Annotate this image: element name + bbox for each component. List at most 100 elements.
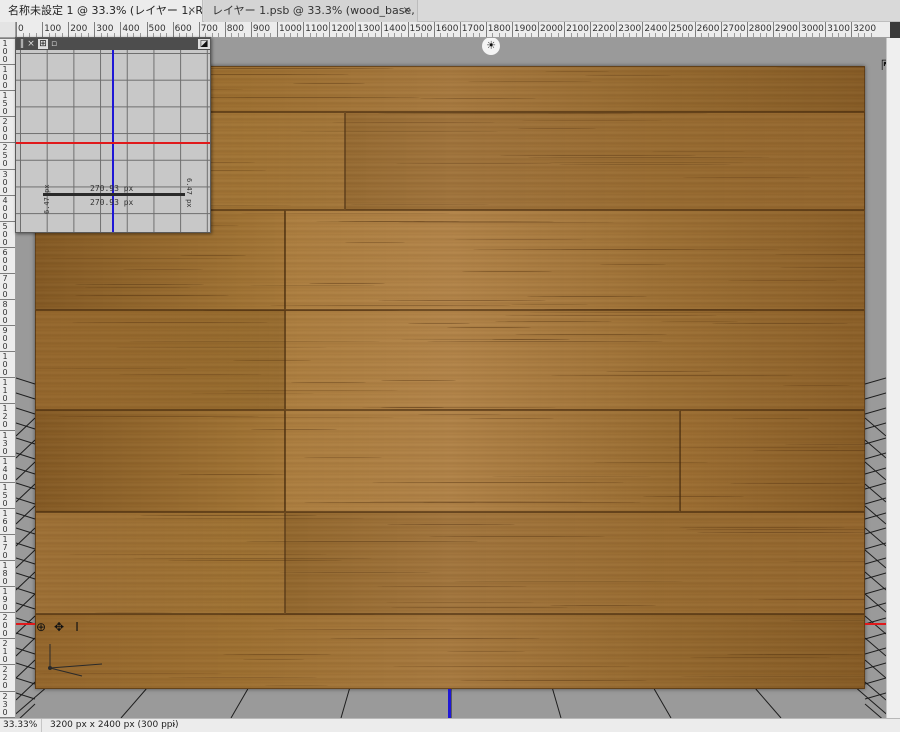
wood-grain	[273, 628, 454, 630]
measure-bar	[43, 193, 185, 196]
measure-width-bottom: 270.93 px	[90, 198, 134, 207]
wood-grain	[752, 449, 865, 451]
measure-right-value: 6.47 px	[185, 178, 193, 208]
ruler-label: 9 0 0	[2, 326, 8, 352]
ruler-tick	[172, 22, 174, 37]
grid-line	[16, 637, 36, 657]
grid-line	[16, 497, 36, 505]
status-menu-arrow-icon[interactable]: ›	[172, 719, 176, 732]
grid-line	[552, 688, 562, 718]
grid-line	[864, 647, 886, 655]
ruler-label: 1300	[357, 24, 381, 34]
grid-line	[864, 572, 886, 580]
close-icon[interactable]: ×	[26, 39, 36, 49]
move-icon[interactable]: ✥	[52, 620, 66, 634]
ruler-label: 4 0 0	[2, 195, 8, 221]
grid-line	[755, 688, 782, 718]
grid-line	[864, 542, 886, 550]
grid-line	[120, 688, 147, 718]
wood-grain	[75, 294, 229, 296]
grid-line	[16, 467, 36, 475]
add-icon[interactable]: ⊞	[38, 39, 48, 49]
ruler-label: 2800	[748, 24, 772, 34]
wood-grain	[134, 517, 365, 519]
wood-grain	[380, 379, 457, 381]
wood-grain	[380, 406, 444, 408]
wood-grain	[329, 637, 541, 639]
ruler-origin[interactable]	[0, 22, 16, 38]
pin-icon[interactable]: Ⅰ	[70, 620, 84, 634]
grid-line	[16, 417, 36, 437]
horizontal-guide[interactable]	[16, 623, 35, 625]
wood-grain	[499, 154, 696, 156]
wood-grain	[224, 389, 399, 391]
vertical-ruler[interactable]: 1 0 01 0 01 5 02 0 02 5 03 0 04 0 05 0 0…	[0, 38, 16, 718]
tab-close-icon[interactable]: ×	[403, 0, 411, 22]
wood-plank	[35, 512, 285, 614]
grid-line	[864, 637, 886, 657]
ruler-label: 1 6 0	[2, 508, 8, 534]
resize-icon[interactable]: ◪	[198, 39, 210, 49]
grid-line	[864, 593, 886, 613]
menu-icon[interactable]: ▫	[50, 39, 58, 49]
wood-grain	[250, 284, 375, 286]
ruler-tick	[250, 22, 252, 37]
ruler-label: 2700	[722, 24, 746, 34]
horizontal-guide[interactable]	[865, 623, 886, 625]
tab-layer-1-psb[interactable]: レイヤー 1.psb @ 33.3% (wood_base, RGB/8*) *…	[204, 0, 418, 22]
wood-grain	[178, 473, 285, 475]
wood-grain	[643, 495, 744, 497]
ruler-label: 5 0 0	[2, 221, 8, 247]
grid-line	[16, 437, 36, 445]
wood-grain	[711, 322, 849, 324]
ruler-tick	[642, 22, 644, 37]
ruler-tick	[851, 22, 853, 37]
wood-grain	[783, 384, 851, 386]
grid-line	[16, 542, 36, 550]
measure-panel[interactable]: ‖ × ⊞ ▫ ◪ 270.93 px 270.93 px 6.47 px 6.…	[15, 37, 211, 233]
wood-grain	[84, 286, 192, 288]
ruler-tick	[16, 22, 17, 37]
sun-icon[interactable]: ☀	[482, 38, 500, 55]
ruler-label: 1900	[513, 24, 537, 34]
globe-icon[interactable]: ⊕	[34, 620, 48, 634]
wood-plank	[345, 112, 865, 210]
grid-line	[864, 452, 886, 460]
ruler-label: 2100	[566, 24, 589, 34]
wood-grain	[494, 320, 612, 322]
grid-line	[16, 681, 36, 701]
grid-line	[864, 422, 886, 430]
wood-grain	[548, 161, 745, 163]
ruler-label: 1 9 0	[2, 587, 8, 613]
grid-line	[16, 572, 36, 580]
wood-grain	[446, 650, 525, 652]
grid-line	[864, 407, 886, 415]
tab-untitled-1[interactable]: 名称未設定 1 @ 33.3% (レイヤー 1, RGB/8*) * ×	[0, 0, 203, 22]
grid-line	[16, 692, 36, 700]
grid-line	[16, 527, 36, 547]
ruler-label: 6 0 0	[2, 247, 8, 273]
ruler-label: 100	[44, 24, 62, 34]
wood-grain	[417, 413, 501, 415]
tab-close-icon[interactable]: ×	[188, 0, 196, 22]
measure-width-top: 270.93 px	[90, 184, 134, 193]
ruler-tick	[746, 22, 748, 37]
vertical-scrollbar[interactable]	[886, 38, 900, 718]
zoom-field[interactable]: 33.33%	[0, 719, 42, 732]
grid-line	[19, 703, 36, 718]
wood-grain	[180, 254, 247, 256]
horizontal-ruler[interactable]: 0 100 200 300 400 500 600 700 800 900 1000 1100 1200…	[16, 22, 890, 38]
ruler-label: 3 0 0	[2, 169, 8, 195]
grid-line	[16, 452, 36, 460]
grid-line	[864, 602, 886, 610]
drag-handle-icon[interactable]: ‖	[18, 39, 26, 49]
ruler-label: 2300	[618, 24, 642, 34]
ruler-label: 2600	[696, 24, 720, 34]
measure-panel-header[interactable]: ‖ × ⊞ ▫ ◪	[16, 38, 210, 50]
tab-label: レイヤー 1.psb @ 33.3% (wood_base, RGB/8*) *	[212, 4, 417, 17]
ruler-tick	[772, 22, 774, 37]
vertical-guide[interactable]	[448, 689, 451, 718]
grid-line	[864, 527, 886, 535]
ruler-tick	[459, 22, 461, 37]
grid-line	[857, 688, 886, 715]
